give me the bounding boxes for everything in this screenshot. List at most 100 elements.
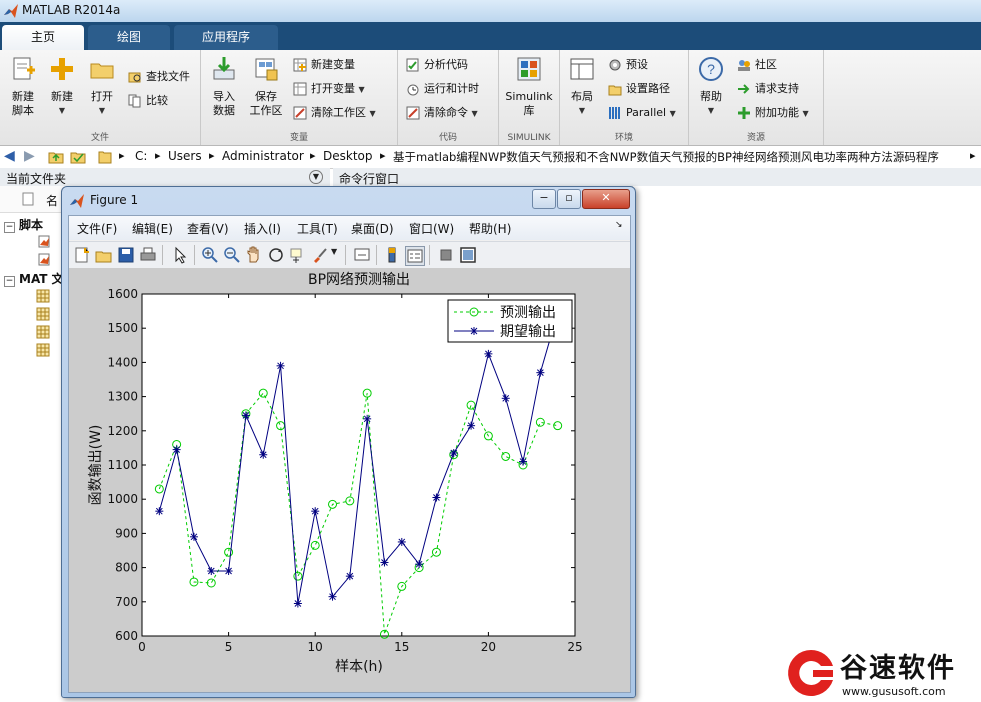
compare-button[interactable]: 比较 bbox=[128, 91, 168, 111]
back-arrow-icon[interactable]: ◀ bbox=[4, 148, 15, 164]
preferences-button[interactable]: 预设 bbox=[608, 55, 648, 75]
list-item[interactable] bbox=[36, 342, 50, 357]
open-variable-button[interactable]: 打开变量 ▼ bbox=[293, 79, 365, 99]
pan-hand-icon[interactable] bbox=[245, 246, 263, 264]
simulink-library-button[interactable]: Simulink 库 bbox=[502, 56, 556, 118]
forward-arrow-icon[interactable]: ▶ bbox=[24, 148, 35, 164]
scripts-group[interactable]: − 脚本 bbox=[4, 216, 43, 233]
add-ons-button[interactable]: 附加功能 ▼ bbox=[737, 103, 809, 123]
menu-view[interactable]: 查看(V) bbox=[187, 220, 229, 237]
menu-tools[interactable]: 工具(T) bbox=[297, 220, 338, 237]
zoom-in-icon[interactable] bbox=[201, 246, 219, 264]
tab-home[interactable]: 主页 bbox=[2, 25, 84, 50]
new-label: 新建 bbox=[51, 90, 73, 103]
breadcrumb-item[interactable]: C: bbox=[135, 149, 147, 163]
mat-file-icon bbox=[36, 289, 50, 302]
new-button[interactable]: 新建 ▼ bbox=[44, 56, 80, 118]
collapse-icon[interactable]: − bbox=[4, 222, 15, 233]
menu-help[interactable]: 帮助(H) bbox=[469, 220, 511, 237]
menu-edit[interactable]: 编辑(E) bbox=[132, 220, 173, 237]
save-workspace-button[interactable]: 保存 工作区 bbox=[245, 56, 287, 118]
zoom-out-icon[interactable] bbox=[223, 246, 241, 264]
community-button[interactable]: 社区 bbox=[737, 55, 777, 75]
watermark-brand: 谷速软件 bbox=[840, 653, 956, 684]
data-point bbox=[311, 507, 320, 516]
menu-file[interactable]: 文件(F) bbox=[77, 220, 117, 237]
name-column-header[interactable]: 名 bbox=[46, 192, 58, 209]
set-path-button[interactable]: 设置路径 bbox=[608, 79, 670, 99]
close-button[interactable]: ✕ bbox=[582, 189, 630, 209]
list-item[interactable] bbox=[36, 324, 50, 339]
breadcrumb-item[interactable]: 基于matlab编程NWP数值天气预报和不含NWP数值天气预报的BP神经网络预测… bbox=[393, 149, 967, 165]
data-point bbox=[363, 414, 372, 423]
hide-plot-tools-icon[interactable] bbox=[437, 246, 455, 264]
y-tick-label: 1400 bbox=[107, 355, 138, 369]
figure-menu-bar: 文件(F) 编辑(E) 查看(V) 插入(I) 工具(T) 桌面(D) 窗口(W… bbox=[69, 216, 630, 240]
data-point bbox=[519, 457, 528, 466]
print-icon[interactable] bbox=[139, 246, 157, 264]
list-item[interactable] bbox=[36, 306, 50, 321]
open-button[interactable]: 打开 ▼ bbox=[84, 56, 120, 118]
clear-commands-button[interactable]: 清除命令 ▼ bbox=[406, 103, 478, 123]
mat-files-group[interactable]: − MAT 文 bbox=[4, 270, 64, 287]
clear-workspace-button[interactable]: 清除工作区 ▼ bbox=[293, 103, 376, 123]
legend[interactable]: 预测输出期望输出 bbox=[447, 299, 573, 343]
y-tick-label: 600 bbox=[115, 629, 138, 643]
parallel-button[interactable]: Parallel ▼ bbox=[608, 103, 676, 123]
save-icon[interactable] bbox=[117, 246, 135, 264]
dock-arrow-icon[interactable]: ↘ bbox=[615, 220, 623, 230]
request-support-button[interactable]: 请求支持 bbox=[737, 79, 799, 99]
open-file-icon[interactable] bbox=[95, 246, 113, 264]
command-window-body[interactable] bbox=[633, 186, 981, 702]
plot-area: BP网络预测输出 样本(h) 函数输出(W) 0 5 10 15 20 25 600 700 8… bbox=[69, 268, 630, 692]
breadcrumb-item[interactable]: Administrator bbox=[222, 149, 304, 163]
figure-client-area: 文件(F) 编辑(E) 查看(V) 插入(I) 工具(T) 桌面(D) 窗口(W… bbox=[68, 215, 631, 693]
run-and-time-button[interactable]: 运行和计时 bbox=[406, 79, 479, 99]
new-variable-icon bbox=[293, 58, 307, 72]
link-plot-icon[interactable] bbox=[353, 246, 371, 264]
analyze-code-button[interactable]: 分析代码 bbox=[406, 55, 468, 75]
layout-button[interactable]: 布局 ▼ bbox=[564, 56, 600, 118]
browse-folder-icon[interactable] bbox=[70, 149, 86, 164]
panel-options-icon[interactable]: ▼ bbox=[309, 170, 323, 184]
rotate-3d-icon[interactable] bbox=[267, 246, 285, 264]
up-folder-icon[interactable] bbox=[48, 149, 64, 164]
brush-caret-icon[interactable]: ▼ bbox=[331, 247, 337, 256]
tab-plots[interactable]: 绘图 bbox=[88, 25, 170, 50]
breadcrumb-item[interactable]: Desktop bbox=[323, 149, 373, 163]
show-plot-tools-icon[interactable] bbox=[459, 246, 477, 264]
menu-insert[interactable]: 插入(I) bbox=[244, 220, 281, 237]
breadcrumb-item[interactable]: Users bbox=[168, 149, 202, 163]
list-item[interactable] bbox=[38, 234, 51, 248]
tab-apps[interactable]: 应用程序 bbox=[174, 25, 278, 50]
data-point bbox=[328, 592, 337, 601]
pointer-icon[interactable] bbox=[171, 246, 189, 264]
data-point bbox=[397, 537, 406, 546]
new-figure-icon[interactable] bbox=[73, 246, 91, 264]
minimize-button[interactable]: − bbox=[532, 189, 556, 209]
list-item[interactable] bbox=[38, 252, 51, 266]
menu-window[interactable]: 窗口(W) bbox=[409, 220, 454, 237]
find-files-button[interactable]: 查找文件 bbox=[128, 67, 190, 87]
new-script-button[interactable]: 新建 脚本 bbox=[4, 56, 42, 118]
resources-section: ? 帮助 ▼ 社区 请求支持 附加功能 ▼ 资源 bbox=[689, 50, 824, 145]
import-data-button[interactable]: 导入 数据 bbox=[205, 56, 243, 118]
brush-icon[interactable] bbox=[311, 246, 329, 264]
data-cursor-icon[interactable] bbox=[289, 246, 307, 264]
folder-icon bbox=[98, 151, 112, 164]
layout-icon bbox=[570, 58, 594, 80]
community-icon bbox=[738, 60, 750, 71]
data-point bbox=[380, 558, 389, 567]
list-item[interactable] bbox=[36, 288, 50, 303]
maximize-button[interactable]: ▫ bbox=[557, 189, 581, 209]
preferences-label: 预设 bbox=[626, 58, 648, 71]
help-button[interactable]: ? 帮助 ▼ bbox=[693, 56, 729, 118]
breadcrumb-separator: ▸ bbox=[155, 149, 161, 162]
colorbar-icon[interactable] bbox=[383, 246, 401, 264]
open-caret-icon: ▼ bbox=[98, 106, 106, 115]
new-variable-button[interactable]: 新建变量 bbox=[293, 55, 355, 75]
legend-icon[interactable] bbox=[405, 246, 425, 266]
collapse-icon[interactable]: − bbox=[4, 276, 15, 287]
menu-desktop[interactable]: 桌面(D) bbox=[351, 220, 394, 237]
open-variable-icon bbox=[293, 82, 307, 96]
